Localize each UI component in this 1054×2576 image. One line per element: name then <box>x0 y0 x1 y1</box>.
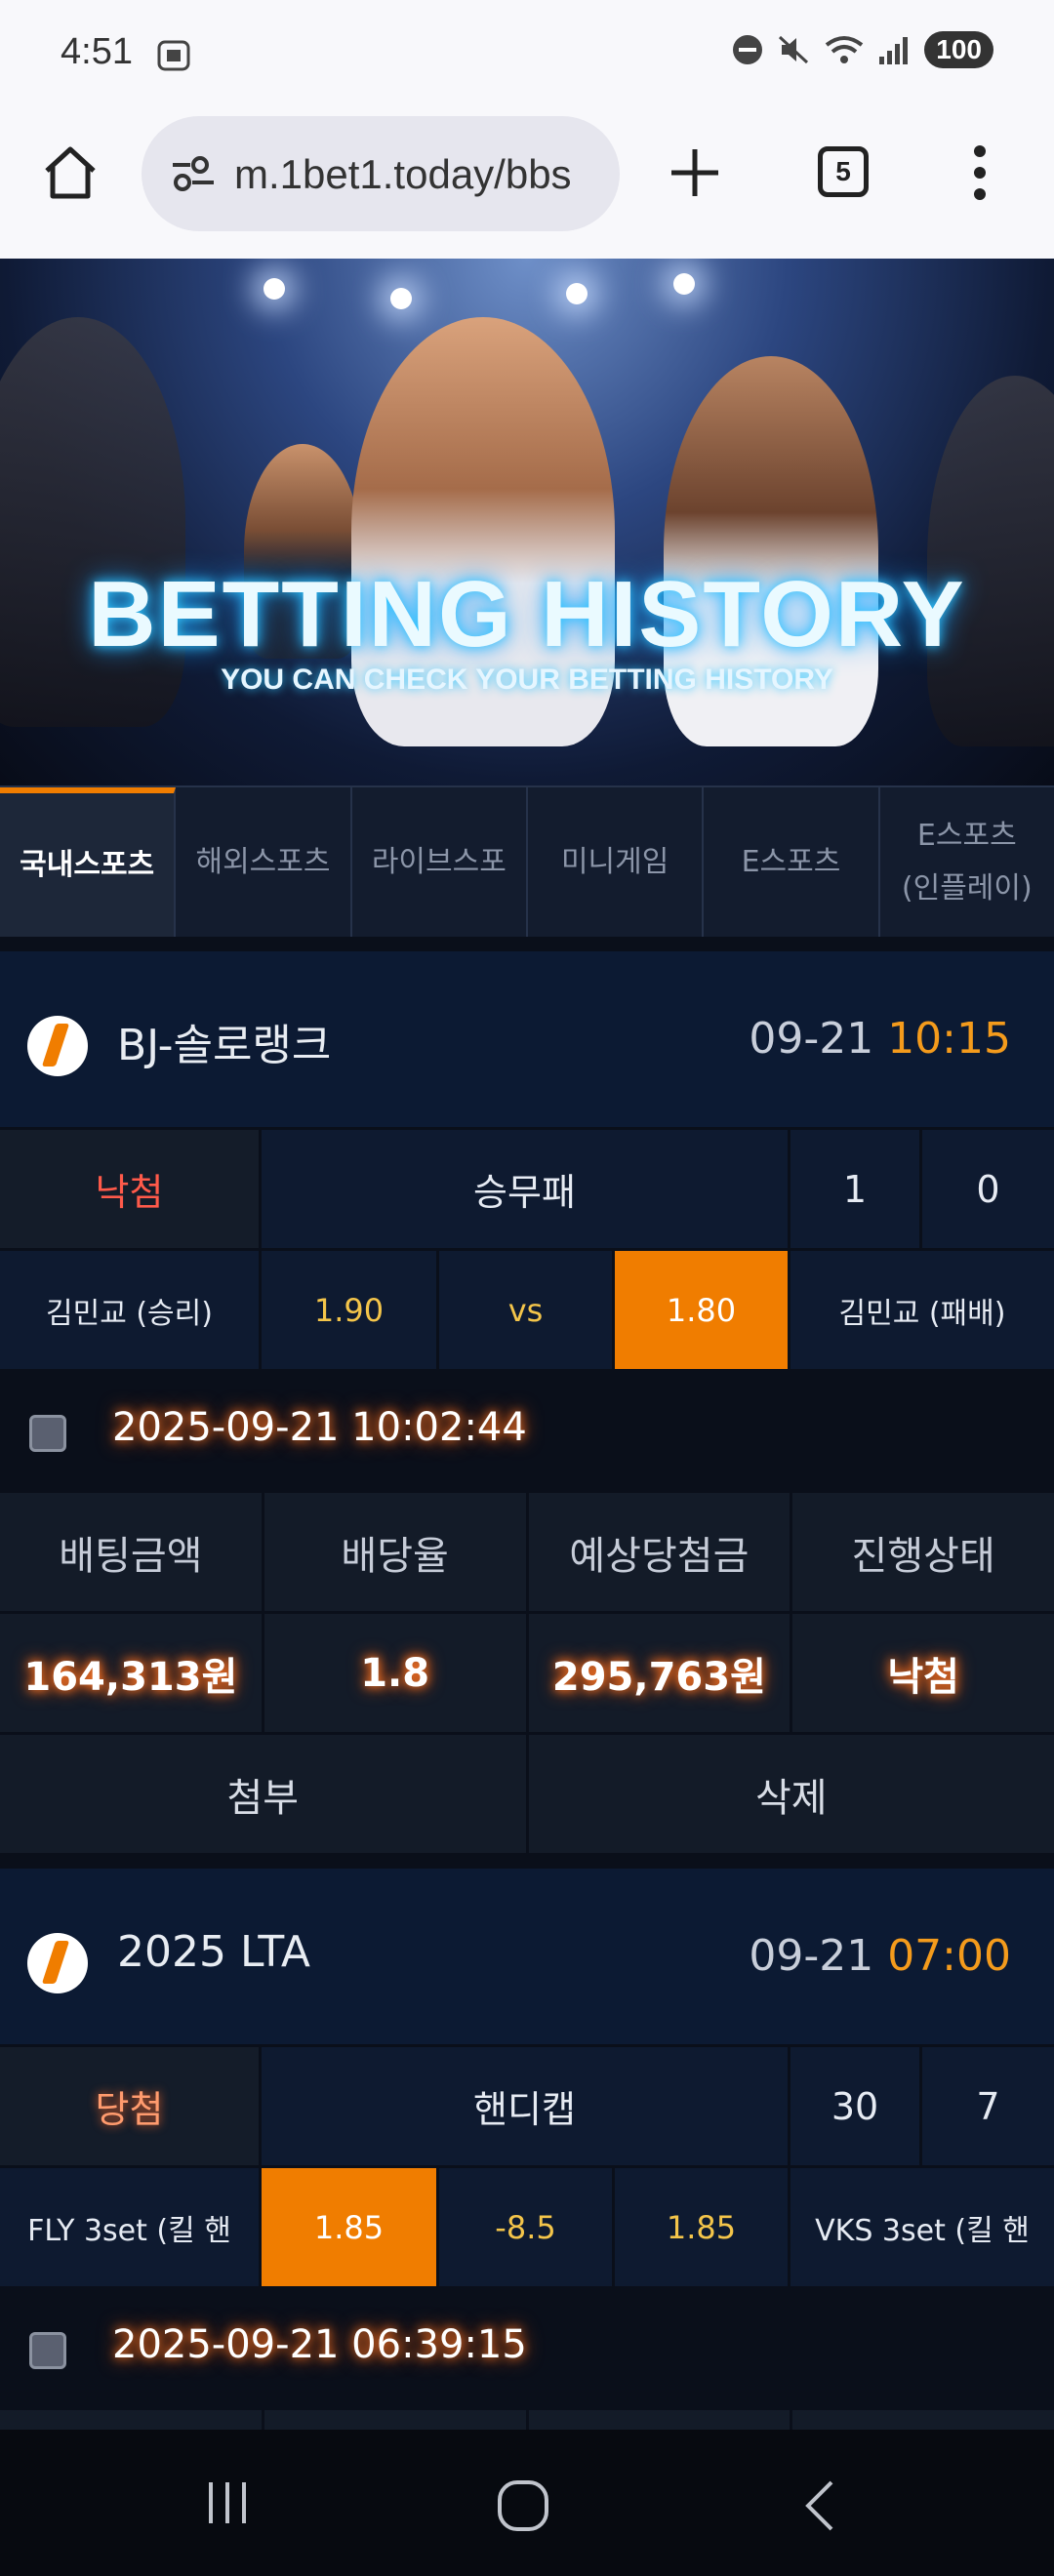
match-time: 09-21 07:00 <box>749 1931 1011 1981</box>
market-type: 승무패 <box>262 1130 790 1248</box>
league-name: 2025 LTA <box>117 1927 310 1977</box>
market-row: 당첨 핸디캡 30 7 <box>0 2044 1054 2165</box>
browser-toolbar: m.1bet1.today/bbs 5 <box>0 112 1054 259</box>
bet-card: BJ-솔로랭크 09-21 10:15 낙첨 승무패 1 0 김민교 (승리) … <box>0 951 1054 1853</box>
status-bar: 4:51 100 <box>0 0 1054 112</box>
bet-datetime: 2025-09-21 10:02:44 <box>112 1405 527 1450</box>
bet-datetime-row: 2025-09-21 06:39:15 <box>0 2286 1054 2407</box>
home-team: 김민교 (승리) <box>0 1251 262 1369</box>
home-odd-selected: 1.85 <box>262 2168 439 2286</box>
vs-label: vs <box>439 1251 615 1369</box>
dnd-icon <box>733 35 763 64</box>
header-expected-win: 예상당첨금 <box>529 1493 793 1611</box>
battery-indicator: 100 <box>924 31 993 68</box>
home-odd: 1.90 <box>262 1251 439 1369</box>
score-home: 1 <box>790 1130 922 1248</box>
score-away: 7 <box>922 2047 1054 2165</box>
tab-minigame[interactable]: 미니게임 <box>528 787 705 937</box>
category-tabs: 국내스포츠 해외스포츠 라이브스포 미니게임 E스포츠 E스포츠 (인플레이) <box>0 785 1054 937</box>
stadium-light <box>673 273 695 295</box>
league-logo-icon <box>27 1933 88 1993</box>
select-checkbox[interactable] <box>29 1415 66 1452</box>
tab-label-line2: (인플레이) <box>901 870 1033 906</box>
tab-label-line1: E스포츠 <box>916 818 1017 853</box>
new-tab-icon[interactable] <box>668 145 722 200</box>
match-time: 09-21 10:15 <box>749 1014 1011 1064</box>
score-home: 30 <box>790 2047 922 2165</box>
match-clock: 10:15 <box>887 1014 1011 1064</box>
wifi-icon <box>826 36 864 63</box>
bet-amount: 164,313원 <box>0 1614 264 1732</box>
site-settings-icon[interactable] <box>171 153 216 194</box>
bet-info-header: 배팅금액 배당율 예상당첨금 진행상태 <box>0 1490 1054 1611</box>
bet-actions: 첨부 삭제 <box>0 1732 1054 1853</box>
bet-datetime: 2025-09-21 06:39:15 <box>112 2322 527 2367</box>
back-icon[interactable] <box>800 2478 839 2533</box>
market-row: 낙첨 승무패 1 0 <box>0 1127 1054 1248</box>
away-odd: 1.85 <box>615 2168 790 2286</box>
banner-title: BETTING HISTORY <box>88 562 966 666</box>
select-checkbox[interactable] <box>29 2332 66 2369</box>
home-nav-icon[interactable] <box>496 2478 550 2533</box>
tab-domestic-sports[interactable]: 국내스포츠 <box>0 787 177 937</box>
market-type: 핸디캡 <box>262 2047 790 2165</box>
league-name: BJ-솔로랭크 <box>117 1021 332 1070</box>
bet-status: 낙첨 <box>887 1654 959 1700</box>
stadium-light <box>264 278 285 300</box>
bet-card-header: BJ-솔로랭크 09-21 10:15 <box>0 951 1054 1127</box>
odds-row: 김민교 (승리) 1.90 vs 1.80 김민교 (패배) <box>0 1248 1054 1369</box>
expected-win: 295,763원 <box>529 1614 793 1732</box>
tab-overseas-sports[interactable]: 해외스포츠 <box>176 787 352 937</box>
header-bet-amount: 배팅금액 <box>0 1493 264 1611</box>
bet-info-values: 164,313원 1.8 295,763원 낙첨 <box>0 1611 1054 1732</box>
tab-esports[interactable]: E스포츠 <box>704 787 880 937</box>
home-icon[interactable] <box>39 141 101 204</box>
bet-odds: 1.8 <box>264 1614 529 1732</box>
attach-button[interactable]: 첨부 <box>0 1735 529 1853</box>
url-text[interactable]: m.1bet1.today/bbs <box>234 151 572 198</box>
bet-datetime-row: 2025-09-21 10:02:44 <box>0 1369 1054 1490</box>
tab-switcher-button[interactable]: 5 <box>818 146 869 197</box>
match-date: 09-21 <box>749 1014 874 1064</box>
stadium-light <box>566 283 588 304</box>
screenshot-icon <box>157 40 190 71</box>
mute-icon <box>779 35 809 64</box>
tab-live-sports[interactable]: 라이브스포 <box>352 787 528 937</box>
match-date: 09-21 <box>749 1931 874 1981</box>
address-bar[interactable]: m.1bet1.today/bbs <box>142 116 620 231</box>
header-odds: 배당율 <box>264 1493 529 1611</box>
delete-button[interactable]: 삭제 <box>529 1735 1054 1853</box>
odds-row: FLY 3set (킬 핸 1.85 -8.5 1.85 VKS 3set (킬… <box>0 2165 1054 2286</box>
status-time: 4:51 <box>61 31 133 72</box>
recent-apps-icon[interactable] <box>203 2478 252 2527</box>
score-away: 0 <box>922 1130 1054 1248</box>
league-logo-icon <box>27 1016 88 1076</box>
banner-subtitle: YOU CAN CHECK YOUR BETTING HISTORY <box>221 664 833 696</box>
bet-result: 당첨 <box>0 2047 262 2165</box>
android-nav-bar <box>0 2430 1054 2576</box>
signal-icon <box>879 37 909 64</box>
stadium-light <box>390 288 412 309</box>
away-team: VKS 3set (킬 핸 <box>790 2168 1054 2286</box>
away-team: 김민교 (패배) <box>790 1251 1054 1369</box>
bet-result: 낙첨 <box>0 1130 262 1248</box>
bet-card-header: 2025 LTA 09-21 07:00 <box>0 1869 1054 2044</box>
away-odd-selected: 1.80 <box>615 1251 790 1369</box>
more-menu-icon[interactable] <box>968 143 992 202</box>
tab-esports-inplay[interactable]: E스포츠 (인플레이) <box>880 787 1054 937</box>
header-status: 진행상태 <box>851 1533 995 1579</box>
match-clock: 07:00 <box>887 1931 1011 1981</box>
hero-banner: BETTING HISTORY YOU CAN CHECK YOUR BETTI… <box>0 259 1054 785</box>
status-icons: 100 <box>731 31 993 68</box>
handicap-line: -8.5 <box>439 2168 615 2286</box>
home-team: FLY 3set (킬 핸 <box>0 2168 262 2286</box>
